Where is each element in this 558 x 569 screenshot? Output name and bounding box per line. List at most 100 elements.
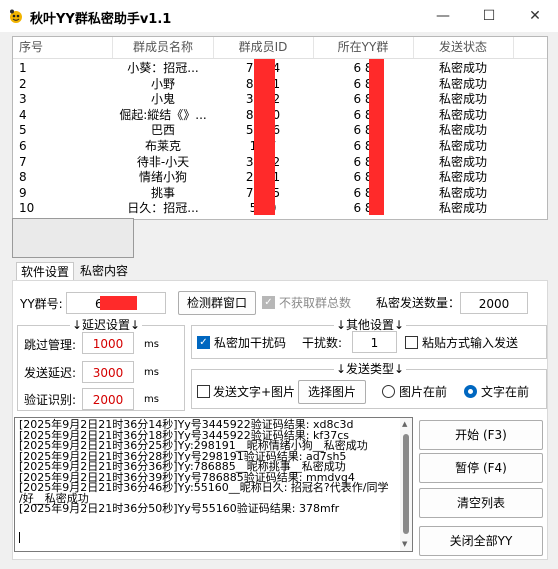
noise-count-input[interactable]: 1 [352,331,397,353]
image-first-radio[interactable] [382,385,395,398]
cell-yy-group: 6 8 [353,154,373,169]
cell-index: 7 [19,154,27,169]
cell-member-name: 小葵：招冠... [127,61,199,75]
text-first-label: 文字在前 [481,385,530,399]
cell-yy-group: 6 8 [353,185,373,200]
cell-yy-group: 6 8 [353,139,373,153]
cell-member-name: 情绪小狗 [138,170,187,185]
cell-yy-group: 6 8 [353,201,373,216]
cell-yy-group: 6 8 [353,61,373,75]
col-header-send-status[interactable]: 发送状态 [413,37,514,58]
add-noise-checkbox[interactable]: ✓ [197,336,210,349]
table-row[interactable]: 2小野80 616 8私密成功 [13,76,547,92]
table-row[interactable]: 8情绪小狗29 916 8私密成功 [13,169,547,185]
text-first-radio[interactable] [464,385,477,398]
pause-button[interactable]: 暂停 (F4) [419,453,543,483]
other-group-title: ↓其他设置↓ [334,318,407,332]
cell-member-name: 待非-小天 [136,154,190,169]
no-total-label: 不获取群总数 [279,296,352,310]
minimize-button[interactable]: — [420,0,466,32]
cell-yy-group: 6 8 [353,107,373,122]
scrollbar-thumb[interactable] [403,434,409,534]
cell-index: 1 [19,61,27,75]
paste-send-label: 粘贴方式输入发送 [422,336,519,350]
redaction-bar [254,59,275,215]
clear-list-button[interactable]: 清空列表 [419,488,543,518]
no-total-checkbox[interactable]: ✓ [262,296,275,309]
member-table[interactable]: 序号 群成员名称 群成员ID 所在YY群 发送状态 1 小葵：招冠... 7 3 54… [12,36,548,220]
cell-index: 8 [19,170,27,185]
table-horizontal-scroll-area[interactable] [12,218,134,258]
cell-index: 5 [19,123,27,138]
close-button[interactable]: ✕ [512,0,558,32]
image-first-label: 图片在前 [399,385,448,399]
col-header-index[interactable]: 序号 [13,37,113,58]
cell-index: 4 [19,107,27,122]
send-type-title: ↓发送类型↓ [334,362,407,376]
paste-send-checkbox[interactable] [405,336,418,349]
start-button[interactable]: 开始 (F3) [419,420,543,450]
cell-member-name: 巴西 [150,123,175,138]
text-cursor [19,532,20,543]
table-row[interactable]: 1小葵：招冠...73 546 8私密成功 [13,60,547,76]
cell-send-status: 私密成功 [438,123,487,138]
skip-admin-input[interactable]: 1000 [82,332,134,354]
tab-software-settings[interactable]: 软件设置 [16,262,75,281]
scroll-up-icon[interactable]: ▲ [402,420,407,428]
app-logo-icon [10,9,22,23]
cell-index: 10 [19,201,35,216]
delay-group-title: ↓延迟设置↓ [70,318,143,332]
scroll-down-icon[interactable]: ▼ [402,540,407,548]
send-text-image-label: 发送文字+图片 [213,385,296,399]
send-count-label: 私密发送数量： [376,296,461,310]
detect-group-window-button[interactable]: 检测群窗口 [178,291,256,315]
cell-send-status: 私密成功 [438,170,487,185]
cell-index: 6 [19,139,27,153]
log-line: [2025年9月2日21时36分50秒]Yy号55160验证码结果: 378mf… [19,502,340,515]
cell-index: 2 [19,76,27,91]
select-image-button[interactable]: 选择图片 [298,380,366,404]
cell-send-status: 私密成功 [438,185,487,200]
maximize-button[interactable]: ☐ [466,0,512,32]
table-row[interactable]: 10日久：招冠...5 606 8私密成功 [13,200,547,216]
cell-index: 9 [19,185,27,200]
log-scrollbar[interactable]: ▲ ▼ [400,418,412,551]
close-all-yy-button[interactable]: 关闭全部YY [419,526,543,556]
table-row[interactable]: 3小鬼30 726 8私密成功 [13,91,547,107]
log-output[interactable]: [2025年9月2日21时36分14秒]Yy号3445922验证码结果: xd8… [14,417,413,552]
table-row[interactable]: 4倔起:縱结《》...83 906 8私密成功 [13,107,547,123]
redaction-bar [369,59,384,215]
table-row[interactable]: 5巴西54 566 8私密成功 [13,122,547,138]
cell-member-name: 日久：招冠... [127,201,199,216]
cell-send-status: 私密成功 [438,107,487,122]
send-count-input[interactable]: 2000 [460,292,528,314]
add-noise-label: 私密加干扰码 [214,336,287,350]
send-delay-label: 发送延迟: [24,366,77,380]
verify-unit: ms [144,394,159,405]
cell-send-status: 私密成功 [438,154,487,169]
tab-private-content[interactable]: 私密内容 [76,262,132,280]
table-row[interactable]: 7待非-小天34 226 8私密成功 [13,154,547,170]
cell-send-status: 私密成功 [438,139,487,153]
cell-yy-group: 6 8 [353,123,373,138]
table-header: 序号 群成员名称 群成员ID 所在YY群 发送状态 [13,37,547,59]
col-header-yy-group[interactable]: 所在YY群 [313,37,414,58]
col-header-member-name[interactable]: 群成员名称 [113,37,214,58]
cell-member-name: 挑事 [150,185,175,200]
cell-send-status: 私密成功 [438,92,487,107]
cell-yy-group: 6 8 [353,92,373,107]
send-delay-input[interactable]: 3000 [82,361,134,383]
cell-member-name: 小野 [150,76,175,91]
yy-group-label: YY群号: [20,297,63,311]
col-header-member-id[interactable]: 群成员ID [213,37,314,58]
noise-count-label: 干扰数: [302,336,343,350]
cell-index: 3 [19,92,27,107]
skip-admin-unit: ms [144,339,159,350]
verify-label: 验证识别: [24,393,77,407]
send-text-image-checkbox[interactable] [197,385,210,398]
table-row[interactable]: 9挑事78 856 8私密成功 [13,185,547,201]
cell-send-status: 私密成功 [438,76,487,91]
verify-input[interactable]: 2000 [82,388,134,410]
redaction-bar [100,296,137,310]
table-row[interactable]: 6布莱克1 376 8私密成功 [13,138,547,154]
